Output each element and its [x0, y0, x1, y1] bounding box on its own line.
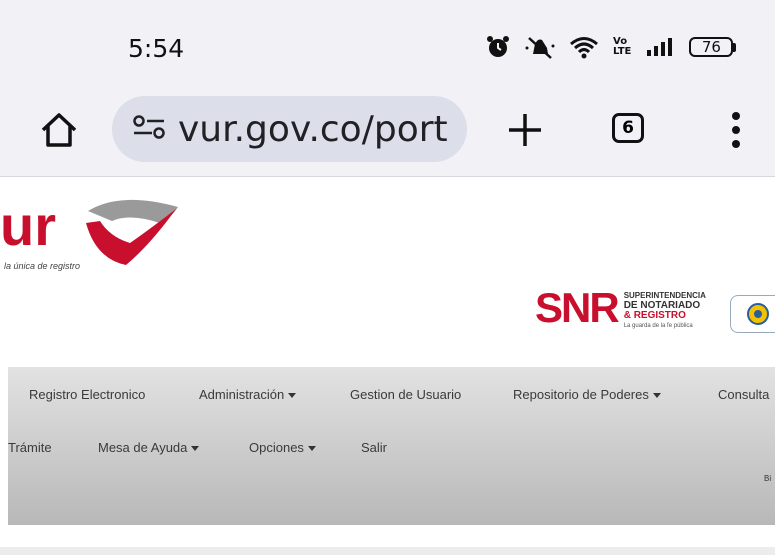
- chevron-down-icon: [288, 393, 297, 399]
- content-divider: [0, 547, 775, 555]
- nav-repositorio-de-poderes[interactable]: Repositorio de Poderes: [513, 387, 661, 402]
- web-page: ur la única de registro SNR SUPERINTENDE…: [0, 177, 775, 555]
- address-bar[interactable]: vur.gov.co/port: [112, 96, 467, 162]
- volte-icon: Vo LTE: [613, 36, 632, 57]
- mute-icon: [525, 34, 555, 60]
- nav-administracion[interactable]: Administración: [199, 387, 297, 402]
- vur-tagline: la única de registro: [4, 261, 81, 271]
- new-tab-icon[interactable]: [505, 110, 545, 150]
- more-menu-icon[interactable]: [730, 110, 742, 152]
- tab-switcher-button[interactable]: 6: [612, 113, 644, 143]
- government-seal-icon: [730, 295, 775, 333]
- battery-icon: 76: [689, 37, 737, 57]
- chevron-down-icon: [652, 393, 661, 399]
- battery-level: 76: [689, 37, 734, 57]
- snr-text: SUPERINTENDENCIA DE NOTARIADO & REGISTRO…: [623, 291, 706, 329]
- browser-toolbar: vur.gov.co/port 6: [0, 90, 775, 177]
- nav-registro-electronico[interactable]: Registro Electronico: [29, 387, 145, 402]
- chevron-down-icon: [191, 446, 200, 452]
- snr-logo[interactable]: SNR SUPERINTENDENCIA DE NOTARIADO & REGI…: [535, 287, 706, 347]
- chevron-down-icon: [307, 446, 316, 452]
- home-icon[interactable]: [37, 108, 81, 152]
- svg-text:ur: ur: [0, 194, 56, 257]
- nav-gestion-de-usuario[interactable]: Gestion de Usuario: [350, 387, 461, 402]
- wifi-icon: [569, 34, 599, 60]
- nav-truncated-text: Bi: [764, 474, 772, 483]
- signal-icon: [645, 36, 675, 58]
- nav-tramite[interactable]: Trámite: [8, 440, 52, 455]
- nav-consulta[interactable]: Consulta: [718, 387, 769, 402]
- alarm-icon: [485, 34, 511, 60]
- vur-logo[interactable]: ur: [0, 185, 180, 270]
- site-settings-icon[interactable]: [132, 113, 166, 146]
- nav-opciones[interactable]: Opciones: [249, 440, 316, 455]
- status-time: 5:54: [128, 34, 185, 63]
- status-bar: 5:54 Vo LTE 76: [0, 0, 775, 90]
- main-nav: Registro Electronico Administración Gest…: [8, 367, 775, 525]
- snr-letters: SNR: [535, 284, 620, 331]
- status-icons: Vo LTE 76: [485, 32, 737, 62]
- url-text: vur.gov.co/port: [178, 108, 448, 150]
- nav-mesa-de-ayuda[interactable]: Mesa de Ayuda: [98, 440, 200, 455]
- nav-salir[interactable]: Salir: [361, 440, 387, 455]
